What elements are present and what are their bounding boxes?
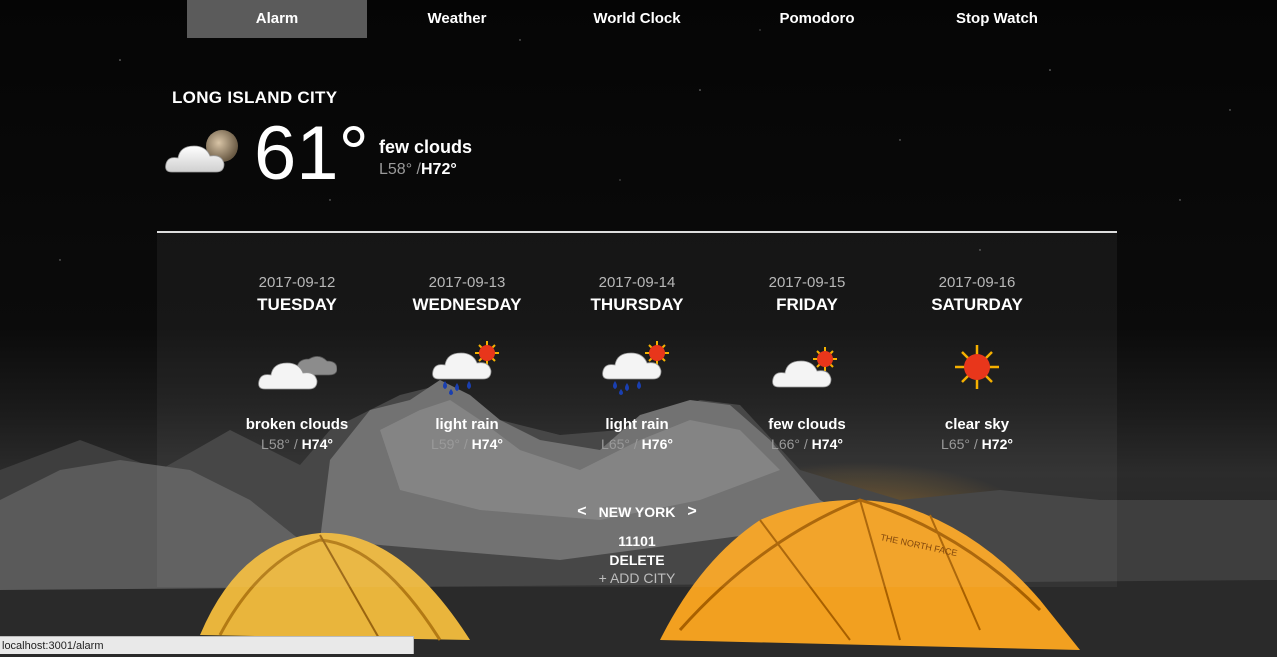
forecast-temp-range: L58° / H74° bbox=[212, 436, 382, 452]
forecast-temp-range: L66° / H74° bbox=[722, 436, 892, 452]
cloud-moon-icon bbox=[165, 130, 238, 173]
forecast-list: 2017-09-12 TUESDAY broken clouds L58° / … bbox=[212, 274, 1062, 464]
forecast-description: broken clouds bbox=[245, 416, 349, 433]
forecast-high: H74° bbox=[301, 436, 333, 452]
forecast-day: 2017-09-13 WEDNESDAY light rain L59° / H… bbox=[382, 274, 552, 464]
forecast-day: 2017-09-15 FRIDAY few clouds L66° / H74° bbox=[722, 274, 892, 464]
current-city-name: LONG ISLAND CITY bbox=[172, 88, 338, 107]
broken-clouds-icon bbox=[258, 356, 337, 390]
add-city-button[interactable]: + ADD CITY bbox=[537, 570, 737, 586]
current-high: H72° bbox=[421, 161, 457, 178]
forecast-date: 2017-09-15 bbox=[768, 274, 846, 291]
forecast-day: 2017-09-14 THURSDAY light rain L65° / H7… bbox=[552, 274, 722, 464]
browser-status-url: localhost:3001/alarm bbox=[0, 636, 414, 654]
current-description: few clouds bbox=[379, 137, 473, 157]
forecast-high: H74° bbox=[471, 436, 503, 452]
nav-tab-pomodoro[interactable]: Pomodoro bbox=[727, 0, 907, 38]
forecast-low: L65° bbox=[941, 436, 970, 452]
forecast-date: 2017-09-13 bbox=[428, 274, 506, 291]
forecast-description: clear sky bbox=[944, 416, 1010, 433]
forecast-description: light rain bbox=[605, 416, 669, 433]
sun-icon bbox=[955, 345, 999, 389]
forecast-high: H76° bbox=[641, 436, 673, 452]
forecast-date: 2017-09-14 bbox=[598, 274, 676, 291]
nav-tab-weather[interactable]: Weather bbox=[367, 0, 547, 38]
current-temperature: 61° bbox=[254, 111, 369, 196]
chevron-left-icon[interactable]: < bbox=[577, 503, 586, 521]
forecast-day: 2017-09-16 SATURDAY clear sky L65° / H72… bbox=[892, 274, 1062, 464]
delete-city-button[interactable]: DELETE bbox=[537, 552, 737, 568]
forecast-weekday: THURSDAY bbox=[590, 295, 684, 314]
forecast-high: H74° bbox=[811, 436, 843, 452]
forecast-weekday: TUESDAY bbox=[257, 295, 337, 314]
forecast-date: 2017-09-16 bbox=[938, 274, 1016, 291]
forecast-low: L58° bbox=[261, 436, 290, 452]
selected-city: NEW YORK bbox=[598, 504, 676, 520]
range-separator: / bbox=[803, 436, 808, 452]
top-nav: Alarm Weather World Clock Pomodoro Stop … bbox=[187, 0, 1087, 38]
city-switch-row: < NEW YORK > bbox=[537, 503, 737, 521]
forecast-date: 2017-09-12 bbox=[258, 274, 336, 291]
forecast-temp-range: L65° / H76° bbox=[552, 436, 722, 452]
forecast-temp-range: L65° / H72° bbox=[892, 436, 1062, 452]
nav-tab-world-clock[interactable]: World Clock bbox=[547, 0, 727, 38]
forecast-low: L59° bbox=[431, 436, 460, 452]
range-separator: / bbox=[973, 436, 978, 452]
forecast-low: L65° bbox=[601, 436, 630, 452]
forecast-weekday: FRIDAY bbox=[776, 295, 838, 314]
forecast-low: L66° bbox=[771, 436, 800, 452]
forecast-day: 2017-09-12 TUESDAY broken clouds L58° / … bbox=[212, 274, 382, 464]
forecast-description: few clouds bbox=[768, 416, 846, 433]
nav-tab-alarm[interactable]: Alarm bbox=[187, 0, 367, 38]
forecast-high: H72° bbox=[981, 436, 1013, 452]
forecast-weekday: SATURDAY bbox=[931, 295, 1023, 314]
chevron-right-icon[interactable]: > bbox=[687, 503, 696, 521]
current-low: L58° bbox=[379, 161, 413, 178]
forecast-temp-range: L59° / H74° bbox=[382, 436, 552, 452]
city-switcher: < NEW YORK > 11101 DELETE + ADD CITY bbox=[537, 503, 737, 586]
range-separator: / bbox=[633, 436, 638, 452]
light-rain-icon bbox=[432, 341, 499, 395]
current-temp-range: L58° /H72° bbox=[379, 161, 457, 179]
few-clouds-icon bbox=[772, 347, 837, 388]
forecast-weekday: WEDNESDAY bbox=[412, 295, 522, 314]
light-rain-icon bbox=[602, 341, 669, 395]
forecast-description: light rain bbox=[435, 416, 499, 433]
range-separator: / bbox=[463, 436, 468, 452]
range-separator: / bbox=[293, 436, 298, 452]
nav-tab-stop-watch[interactable]: Stop Watch bbox=[907, 0, 1087, 38]
city-zip-code: 11101 bbox=[618, 533, 656, 549]
section-divider bbox=[157, 231, 1117, 233]
